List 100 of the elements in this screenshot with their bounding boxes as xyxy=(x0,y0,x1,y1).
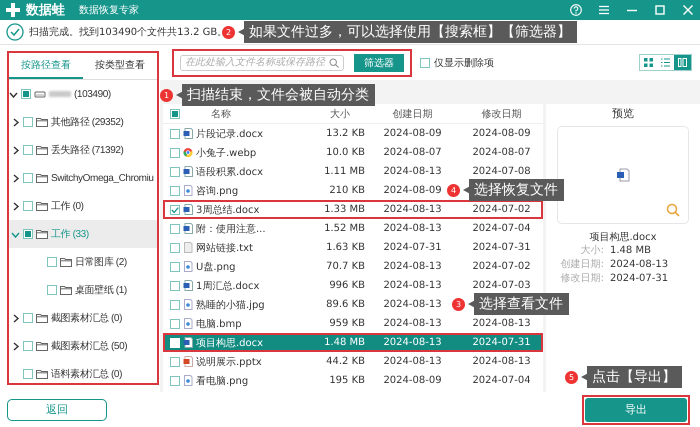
file-row[interactable]: 3周总结.docx 1.33 MB 2024-08-13 2024-07-02 xyxy=(163,200,543,219)
table-cell: 2024-08-13 xyxy=(383,299,442,310)
callout-tooltip: 点击【导出】 xyxy=(581,366,682,388)
chevron-icon[interactable] xyxy=(11,118,20,126)
tree-item[interactable]: 截图素材汇总 (0) xyxy=(9,304,157,332)
checkbox[interactable] xyxy=(170,300,180,310)
image-icon xyxy=(183,375,193,386)
menu-icon[interactable] xyxy=(598,4,610,16)
document-icon xyxy=(183,223,193,234)
maximize-icon[interactable] xyxy=(654,4,666,16)
table-cell: 2024-08-09 xyxy=(472,128,531,139)
export-button[interactable]: 导出 xyxy=(585,398,687,422)
file-row[interactable]: 电脑.bmp 959 KB 2024-08-13 2024-08-13 xyxy=(163,314,543,333)
table-cell: 1.52 MB xyxy=(324,223,365,234)
checkbox[interactable] xyxy=(23,117,33,127)
tree-item[interactable]: 工作 (0) xyxy=(9,192,157,220)
chevron-icon[interactable] xyxy=(11,314,20,322)
checkbox[interactable] xyxy=(170,186,180,196)
file-row[interactable]: 项目构思.docx 1.48 MB 2024-08-13 2024-07-31 xyxy=(163,333,543,352)
checkbox[interactable] xyxy=(23,201,33,211)
detail-label: 修改日期: xyxy=(560,272,604,286)
search-icon xyxy=(329,58,339,68)
file-row[interactable]: 语段积累.docx 1.11 MB 2024-08-13 2024-07-08 xyxy=(163,162,543,181)
file-row[interactable]: 1周汇总.docx 996 KB 2024-08-13 2024-07-03 xyxy=(163,276,543,295)
checkbox[interactable] xyxy=(170,108,180,118)
chevron-icon[interactable] xyxy=(11,146,20,154)
back-button[interactable]: 返回 xyxy=(7,398,107,420)
detail-label: 创建日期: xyxy=(560,258,604,272)
folder-icon xyxy=(36,173,48,183)
checkbox[interactable] xyxy=(170,376,180,386)
checkbox[interactable] xyxy=(170,204,180,214)
checkbox[interactable] xyxy=(170,262,180,272)
checkbox[interactable] xyxy=(170,224,180,234)
tree-item[interactable]: 截图素材汇总 (50) xyxy=(9,332,157,360)
checkbox[interactable] xyxy=(420,58,430,68)
checkbox[interactable] xyxy=(170,148,180,158)
file-row[interactable]: 片段记录.docx 13.2 KB 2024-08-09 2024-08-09 xyxy=(163,124,543,143)
table-cell: 1.63 KB xyxy=(326,242,365,253)
browser-icon xyxy=(183,147,193,158)
detail-label: 大小: xyxy=(580,244,604,258)
image-icon xyxy=(183,185,193,196)
checkbox[interactable] xyxy=(23,369,33,379)
logo-icon xyxy=(6,3,20,17)
table-cell: 2024-07-02 xyxy=(472,261,531,272)
file-name: 3周总结.docx xyxy=(196,204,260,216)
tree-item[interactable]: 日常图库 (2) xyxy=(9,248,157,276)
app-name: 数据蛙 xyxy=(26,2,65,19)
checkbox[interactable] xyxy=(170,128,180,138)
file-name: 小兔子.webp xyxy=(196,146,256,160)
table-cell: 2024-08-13 xyxy=(383,261,442,272)
grid-view-icon xyxy=(644,58,653,67)
zoom-icon[interactable] xyxy=(666,203,680,217)
image-icon xyxy=(183,318,193,329)
checkbox[interactable] xyxy=(23,229,33,239)
file-name: 说明展示.pptx xyxy=(196,356,262,368)
table-cell: 2024-07-03 xyxy=(472,280,531,291)
view-tab[interactable]: 按类型查看 xyxy=(83,53,157,79)
column-header[interactable]: 创建日期 xyxy=(392,106,432,120)
tree-item[interactable]: 丢失路径 (71392) xyxy=(9,136,157,164)
checkbox[interactable] xyxy=(47,257,57,267)
checkbox[interactable] xyxy=(170,242,180,252)
tree-item[interactable]: (103490) xyxy=(9,80,157,108)
checkbox[interactable] xyxy=(23,341,33,351)
chevron-icon[interactable] xyxy=(11,174,20,182)
tree-item[interactable]: 其他路径 (29352) xyxy=(9,108,157,136)
file-row[interactable]: 附：使用注意... 1.52 MB 2024-08-13 2024-07-04 xyxy=(163,219,543,238)
checkbox[interactable] xyxy=(23,313,33,323)
file-row[interactable]: 小兔子.webp 10.0 KB 2024-08-07 2024-08-07 xyxy=(163,143,543,162)
folder-icon xyxy=(36,369,48,379)
filter-button[interactable]: 筛选器 xyxy=(354,54,404,72)
file-row[interactable]: 看电脑.png 195 KB 2024-08-09 2024-07-04 xyxy=(163,371,543,390)
checkbox[interactable] xyxy=(170,356,180,366)
checkbox[interactable] xyxy=(170,318,180,328)
column-header[interactable]: 修改日期 xyxy=(482,106,522,120)
view-mode-button[interactable] xyxy=(674,55,691,70)
checkbox[interactable] xyxy=(23,173,33,183)
close-icon[interactable] xyxy=(682,4,694,16)
table-cell: 959 KB xyxy=(329,318,365,329)
file-row[interactable]: U盘.png 70.7 KB 2024-08-13 2024-07-02 xyxy=(163,257,543,276)
checkbox[interactable] xyxy=(170,166,180,176)
tree-item[interactable]: 语料素材汇总 (0) xyxy=(9,360,157,383)
image-icon xyxy=(183,261,193,272)
file-row[interactable]: 说明展示.pptx 44.2 KB 2024-08-13 2024-08-13 xyxy=(163,352,543,371)
chevron-icon[interactable] xyxy=(11,202,20,210)
folder-icon xyxy=(36,229,48,239)
folder-icon xyxy=(36,201,48,211)
column-header[interactable]: 名称 xyxy=(211,106,231,120)
view-tab[interactable]: 按路径查看 xyxy=(9,53,83,79)
file-row[interactable]: 网站链接.txt 1.63 KB 2024-07-31 2024-07-31 xyxy=(163,238,543,257)
file-name: 语段积累.docx xyxy=(196,166,264,178)
tree-item[interactable]: 桌面壁纸 (1) xyxy=(9,276,157,304)
column-header[interactable]: 大小 xyxy=(330,106,350,120)
checkbox[interactable] xyxy=(23,145,33,155)
help-icon[interactable] xyxy=(570,4,582,16)
checkbox[interactable] xyxy=(21,89,31,99)
drive-icon xyxy=(34,89,46,99)
checkbox[interactable] xyxy=(47,285,57,295)
checkbox[interactable] xyxy=(170,280,180,290)
chevron-icon[interactable] xyxy=(11,342,20,350)
tree-item[interactable]: SwitchyOmega_Chromiu xyxy=(9,164,157,192)
